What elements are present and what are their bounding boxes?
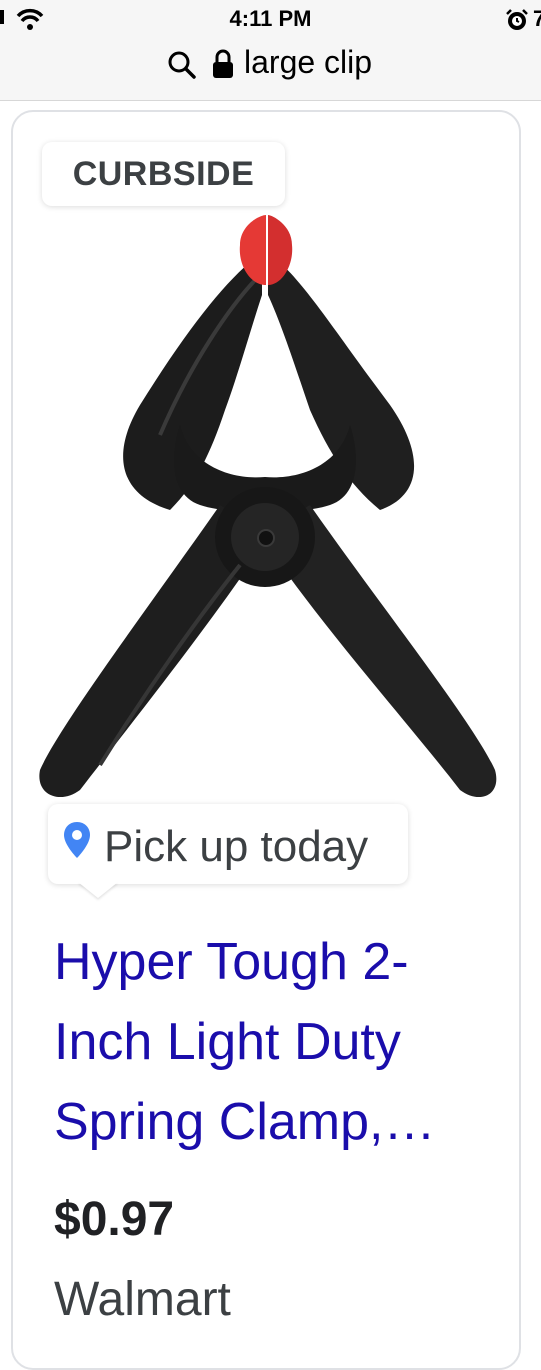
title-line[interactable]: Hyper Tough 2-	[54, 922, 474, 1002]
product-price: $0.97	[54, 1193, 175, 1246]
product-title-link[interactable]: Hyper Tough 2- Inch Light Duty Spring Cl…	[54, 922, 474, 1162]
store-name: Walmart	[54, 1273, 231, 1326]
search-icon	[168, 51, 196, 79]
battery-level: 7	[533, 6, 541, 31]
pickup-badge-pointer	[78, 882, 118, 898]
lock-icon	[213, 49, 233, 78]
alarm-icon	[506, 9, 528, 30]
curbside-badge: CURBSIDE	[42, 142, 285, 206]
status-bar: 4:11 PM 7	[0, 0, 541, 40]
spring-clamp-image[interactable]	[30, 205, 510, 805]
title-line[interactable]: Spring Clamp,…	[54, 1082, 474, 1162]
title-line[interactable]: Inch Light Duty	[54, 1002, 474, 1082]
status-time: 4:11 PM	[229, 6, 312, 31]
url-query-text[interactable]: large clip	[244, 44, 372, 81]
address-bar[interactable]: large clip	[0, 40, 541, 101]
location-pin-icon	[64, 822, 90, 858]
pickup-label: Pick up today	[104, 822, 369, 871]
